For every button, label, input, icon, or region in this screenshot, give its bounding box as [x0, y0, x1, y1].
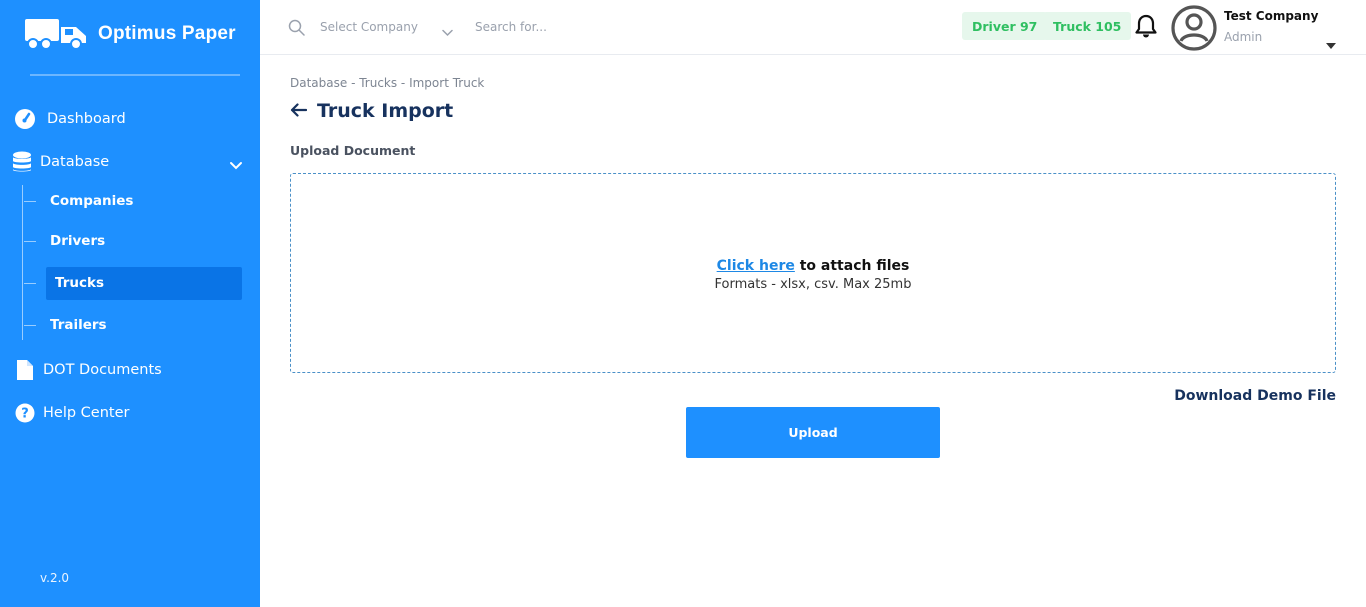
driver-count-badge[interactable]: Driver 97: [962, 12, 1048, 40]
help-icon: ?: [14, 402, 36, 424]
search-input[interactable]: Search for...: [475, 20, 547, 34]
tree-line: [22, 185, 23, 340]
bell-icon[interactable]: [1134, 14, 1158, 43]
click-here-link[interactable]: Click here: [717, 258, 795, 274]
sidebar-item-dot-documents[interactable]: DOT Documents: [14, 359, 162, 381]
upload-button[interactable]: Upload: [686, 407, 940, 458]
sidebar-subitem-trailers[interactable]: Trailers: [24, 317, 107, 333]
sidebar-item-label: DOT Documents: [43, 362, 162, 378]
sidebar-subitem-label: Companies: [50, 193, 134, 209]
tree-tick: [24, 240, 36, 242]
user-company-name: Test Company: [1224, 9, 1319, 23]
sidebar-subitem-companies[interactable]: Companies: [24, 193, 133, 209]
file-dropzone[interactable]: Click here to attach files Formats - xls…: [290, 173, 1336, 373]
caret-down-icon[interactable]: [1326, 34, 1336, 53]
upload-document-label: Upload Document: [290, 143, 416, 158]
database-icon: [11, 151, 33, 173]
truck-count-badge[interactable]: Truck 105: [1043, 12, 1132, 40]
select-company-dropdown[interactable]: Select Company: [320, 20, 418, 34]
sidebar-subitem-label: Trucks: [55, 275, 105, 291]
tree-tick: [24, 324, 36, 326]
sidebar-subitem-label: Trailers: [50, 317, 107, 333]
user-avatar-icon[interactable]: [1171, 5, 1217, 55]
sidebar-subitem-drivers[interactable]: Drivers: [24, 233, 105, 249]
topbar: Select Company Search for... Driver 97 T…: [260, 0, 1366, 55]
sidebar-subitem-label: Drivers: [50, 233, 106, 249]
logo-divider: [30, 74, 240, 76]
chevron-down-icon[interactable]: [229, 158, 243, 177]
sidebar-item-help-center[interactable]: ? Help Center: [14, 402, 129, 424]
tree-tick: [24, 282, 36, 284]
svg-text:?: ?: [21, 407, 29, 422]
attach-files-text: to attach files: [794, 258, 910, 274]
gauge-icon: [14, 108, 36, 130]
sidebar: Optimus Paper Dashboard Database Compani…: [0, 0, 260, 607]
sidebar-item-label: Database: [40, 154, 110, 170]
user-role: Admin: [1224, 30, 1263, 44]
sidebar-item-label: Dashboard: [47, 111, 126, 127]
brand-logo[interactable]: Optimus Paper: [24, 16, 236, 52]
sidebar-item-label: Help Center: [43, 405, 130, 421]
search-icon[interactable]: [288, 19, 305, 40]
sidebar-item-dashboard[interactable]: Dashboard: [14, 108, 126, 130]
sidebar-subitem-trucks[interactable]: Trucks: [24, 275, 104, 291]
app-version: v.2.0: [40, 571, 70, 585]
chevron-down-icon[interactable]: [442, 22, 453, 41]
dropzone-instruction: Click here to attach files: [291, 258, 1335, 274]
breadcrumb: Database - Trucks - Import Truck: [290, 76, 485, 90]
page-title: Truck Import: [317, 100, 454, 122]
download-demo-file-link[interactable]: Download Demo File: [1174, 388, 1336, 404]
tree-tick: [24, 200, 36, 202]
truck-logo-icon: [25, 19, 86, 50]
formats-text: Formats - xlsx, csv. Max 25mb: [714, 277, 912, 292]
document-icon: [14, 359, 36, 381]
sidebar-item-database[interactable]: Database: [11, 151, 109, 173]
page-header: Truck Import: [290, 100, 453, 122]
brand-name: Optimus Paper: [98, 23, 236, 44]
arrow-left-icon[interactable]: [290, 102, 308, 121]
